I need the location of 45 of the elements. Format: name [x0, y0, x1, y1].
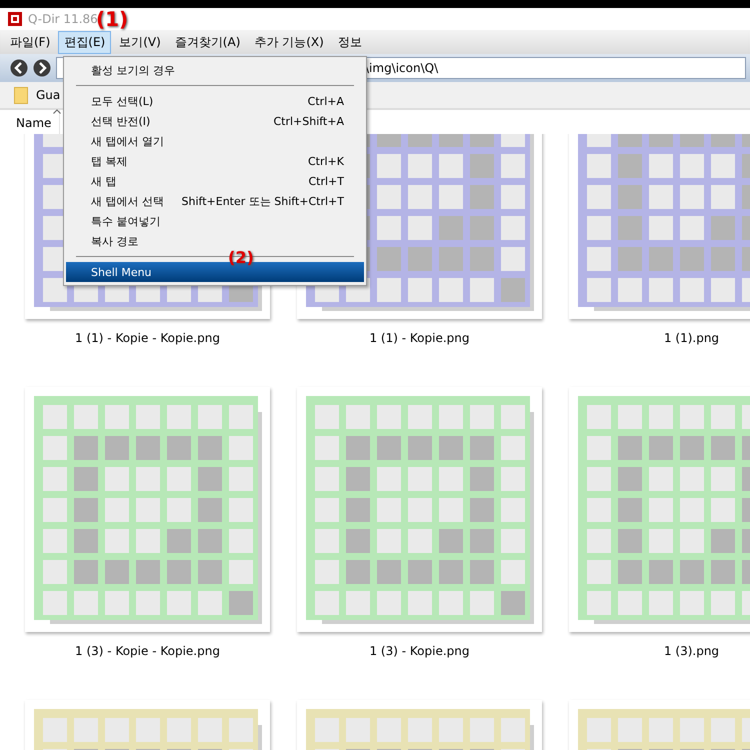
menu-item[interactable]: 새 탭 Ctrl+T: [66, 171, 364, 191]
menu-item[interactable]: 특수 붙여넣기: [66, 211, 364, 231]
app-icon: [8, 12, 22, 26]
menu-item[interactable]: 즐겨찾기(A): [168, 30, 246, 54]
shortcut-label: Shift+Enter 또는 Shift+Ctrl+T: [182, 194, 344, 208]
menu-item-label: 모두 선택(L): [91, 94, 154, 108]
window-title: Q-Dir 11.86: [28, 12, 98, 26]
menu-item[interactable]: 정보: [332, 30, 368, 54]
tab-label: Gua: [36, 88, 60, 102]
menu-item-label: 탭 복제: [91, 154, 128, 168]
annotation-marker: (1): [96, 9, 128, 29]
file-name: 1 (1) - Kopie - Kopie.png: [75, 331, 220, 345]
menu-item[interactable]: 모두 선택(L) Ctrl+A: [66, 91, 364, 111]
menu-item-label: 새 탭에서 열기: [91, 134, 164, 148]
file-name: 1 (1).png: [664, 331, 720, 345]
shortcut-label: Ctrl+A: [308, 94, 344, 108]
menu-item-label: 특수 붙여넣기: [91, 214, 160, 228]
menu-item[interactable]: 새 탭에서 선택 Shift+Enter 또는 Shift+Ctrl+T: [66, 191, 364, 211]
menu-item-label: 새 탭: [91, 174, 116, 188]
shortcut-label: Ctrl+Shift+A: [273, 114, 344, 128]
shortcut-label: Ctrl+K: [308, 154, 344, 168]
back-button-icon[interactable]: [10, 59, 28, 77]
menu-item[interactable]: 탭 복제 Ctrl+K: [66, 151, 364, 171]
file-name: 1 (3) - Kopie.png: [369, 644, 470, 658]
menu-item-label: 새 탭에서 선택: [91, 194, 164, 208]
menu-item[interactable]: 추가 기능(X): [248, 30, 330, 54]
menu-item[interactable]: 복사 경로: [66, 231, 364, 251]
file-name: 1 (3).png: [664, 644, 720, 658]
file-name: 1 (1) - Kopie.png: [369, 331, 470, 345]
menu-heading[interactable]: 활성 보기의 경우: [66, 60, 364, 80]
folder-tab[interactable]: Gua: [8, 86, 66, 104]
menu-item-label: Shell Menu: [91, 266, 152, 278]
shortcut-label: Ctrl+T: [308, 174, 344, 188]
menu-item[interactable]: 보기(V): [113, 30, 167, 54]
menu-item[interactable]: 선택 반전(I) Ctrl+Shift+A: [66, 111, 364, 131]
menu-item-label: 복사 경로: [91, 234, 138, 248]
menu-item[interactable]: 편집(E): [58, 30, 112, 54]
forward-button-icon[interactable]: [33, 59, 51, 77]
menu-item-label: 활성 보기의 경우: [91, 62, 175, 78]
menu-item-label: 선택 반전(I): [91, 114, 150, 128]
menu-item[interactable]: 파일(F): [4, 30, 56, 54]
menu-item[interactable]: 새 탭에서 열기: [66, 131, 364, 151]
file-name: 1 (3) - Kopie - Kopie.png: [75, 644, 220, 658]
sort-caret-icon: [53, 109, 62, 114]
folder-icon: [14, 86, 28, 104]
